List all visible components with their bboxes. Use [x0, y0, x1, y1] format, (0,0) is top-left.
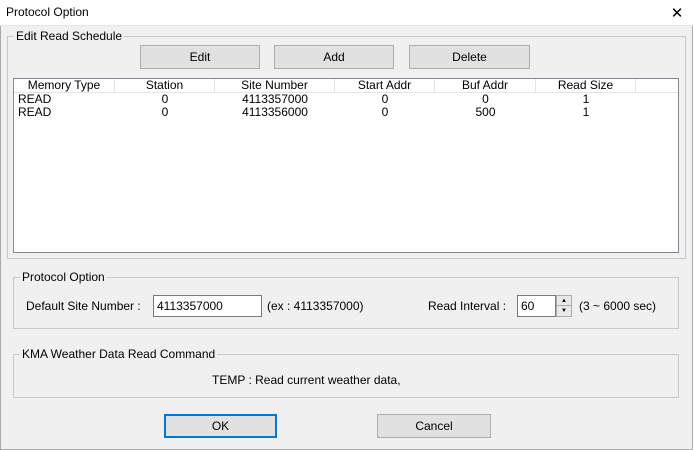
col-start-addr[interactable]: Start Addr	[335, 79, 435, 92]
col-buf-addr[interactable]: Buf Addr	[435, 79, 536, 92]
col-memory-type[interactable]: Memory Type	[14, 79, 115, 92]
cell-station: 0	[161, 93, 169, 106]
site-number-example: (ex : 4113357000)	[267, 299, 364, 313]
read-interval-input[interactable]	[517, 295, 556, 317]
close-icon[interactable]: ✕	[661, 0, 693, 26]
default-site-number-label: Default Site Number :	[26, 299, 141, 313]
kma-command-text: TEMP : Read current weather data,	[212, 373, 401, 387]
window-title: Protocol Option	[6, 5, 89, 19]
cell-memory-type: READ	[18, 106, 52, 119]
cell-site-number: 4113356000	[242, 106, 308, 119]
cell-buf-addr: 0	[482, 93, 489, 106]
protocol-option-label: Protocol Option	[20, 270, 107, 284]
spin-up-icon[interactable]: ▲	[557, 296, 571, 306]
kma-command-label: KMA Weather Data Read Command	[20, 347, 218, 361]
read-interval-spinner[interactable]: ▲ ▼	[556, 295, 572, 317]
spin-down-icon[interactable]: ▼	[557, 306, 571, 316]
cell-start-addr: 0	[381, 106, 389, 119]
schedule-list[interactable]: Memory Type Station Site Number Start Ad…	[13, 78, 679, 253]
edit-button[interactable]: Edit	[140, 45, 260, 69]
edit-read-schedule-label: Edit Read Schedule	[14, 29, 125, 43]
read-interval-label: Read Interval :	[428, 299, 507, 313]
cell-start-addr: 0	[381, 93, 389, 106]
col-site-number[interactable]: Site Number	[215, 79, 335, 92]
col-read-size[interactable]: Read Size	[536, 79, 636, 92]
cell-read-size: 1	[582, 106, 590, 119]
schedule-list-header: Memory Type Station Site Number Start Ad…	[14, 79, 678, 93]
table-row[interactable]: READ 0 4113357000 0 0 1	[14, 93, 678, 106]
cell-site-number: 4113357000	[242, 93, 308, 106]
delete-button[interactable]: Delete	[409, 45, 530, 69]
cancel-button[interactable]: Cancel	[377, 414, 491, 438]
cell-buf-addr: 500	[475, 106, 496, 119]
cell-memory-type: READ	[18, 93, 52, 106]
add-button[interactable]: Add	[274, 45, 394, 69]
cell-station: 0	[161, 106, 169, 119]
table-row[interactable]: READ 0 4113356000 0 500 1	[14, 106, 678, 119]
default-site-number-input[interactable]	[153, 295, 262, 317]
read-interval-range: (3 ~ 6000 sec)	[579, 299, 657, 313]
cell-read-size: 1	[582, 93, 590, 106]
ok-button[interactable]: OK	[164, 414, 277, 438]
title-bar: Protocol Option ✕	[0, 0, 693, 26]
col-station[interactable]: Station	[115, 79, 215, 92]
